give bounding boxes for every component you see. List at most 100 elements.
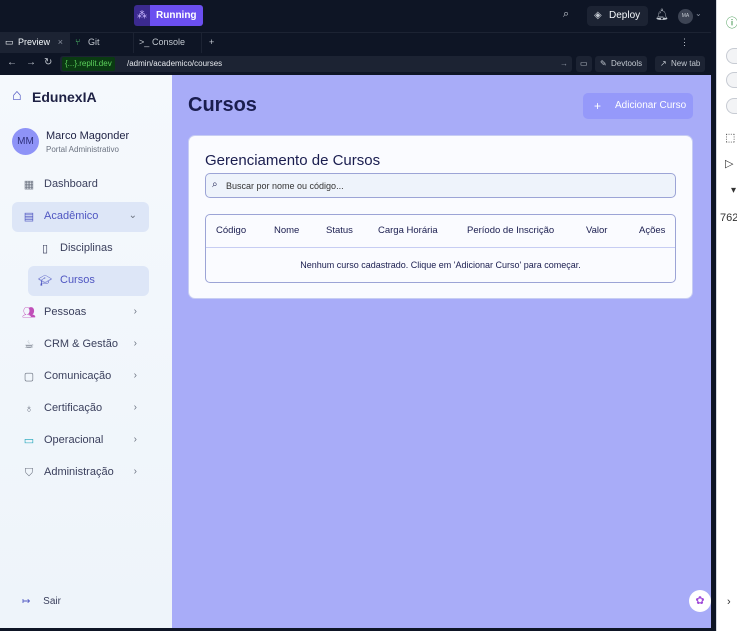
reload-icon[interactable]: ↻ [44,57,52,68]
chevron-right-icon[interactable]: › [727,596,731,608]
sidebar-item-academico[interactable]: ▤ Acadêmico ⌄ [12,202,149,232]
card-title: Gerenciamento de Cursos [205,152,381,169]
deploy-label: Deploy [609,10,641,21]
search-icon[interactable]: ⌕ [563,8,569,21]
chevron-down-icon[interactable]: ⌄ [695,9,702,18]
column-header-status[interactable]: Status [326,225,353,236]
new-tab-plus-icon[interactable]: + [202,33,224,53]
new-tab-label: New tab [671,59,701,68]
sidebar-item-label: Pessoas [44,306,87,318]
empty-state-message: Nenhum curso cadastrado. Clique em 'Adic… [300,260,581,270]
screen-button[interactable]: ▭ [576,56,592,72]
workspace-tabs: ▭ Preview × ⑂ Git >_ Console + ⋮ [0,32,716,53]
table-header-divider [206,247,675,248]
close-icon[interactable]: × [58,33,63,52]
sidebar-item-label: Comunicação [44,370,112,382]
filter-icon[interactable]: ▾ [731,185,736,196]
tab-label: Console [152,37,186,47]
tab-label: Preview [18,37,51,47]
sidebar-item-label: Operacional [44,434,104,446]
bell-icon[interactable]: 🔔︎ [655,8,669,21]
graduation-cap-icon: 🎓︎ [38,275,52,287]
column-header-nome[interactable]: Nome [274,225,299,236]
tab-git[interactable]: ⑂ Git [70,33,134,53]
deploy-icon: ◈ [594,10,602,21]
sidebar-item-label: Certificação [44,402,103,414]
select-element-icon[interactable]: ⬚ [725,131,735,144]
forward-arrow-icon[interactable]: → [26,57,36,68]
column-header-acoes[interactable]: Ações [639,225,665,236]
assistant-brain-icon[interactable]: ✿ [689,590,711,612]
url-field[interactable]: {...}.replit.dev /admin/academico/course… [60,56,572,72]
plus-icon: + [594,99,602,113]
new-tab-button[interactable]: ↗ New tab [655,56,706,72]
add-course-label: Adicionar Curso [615,100,687,111]
column-header-carga-horaria[interactable]: Carga Horária [378,225,438,236]
logout-button[interactable]: ↦ Sair [22,596,61,607]
sidebar-item-pessoas[interactable]: 👥︎ Pessoas › [12,298,149,328]
devtools-button[interactable]: ✎ Devtools [595,56,648,72]
app-preview: ⌂ EdunexIA MM Marco Magonder Portal Admi… [0,75,711,628]
url-host: {...}.replit.dev [62,57,115,71]
sidebar-item-operacional[interactable]: ▭ Operacional › [12,426,149,456]
add-course-button[interactable]: + Adicionar Curso [583,93,693,119]
ide-topbar: ⁂ Running ⌕ ◈ Deploy 🔔︎ MA ⌄ [0,0,716,32]
courses-table: Código Nome Status Carga Horária Período… [205,214,676,283]
award-icon: ♁ [24,403,34,415]
deploy-button[interactable]: ◈ Deploy [587,6,649,26]
logout-label: Sair [43,596,61,607]
more-vertical-icon[interactable]: ⋮ [676,33,690,53]
sidebar-item-dashboard[interactable]: ▦ Dashboard [12,170,149,200]
sidebar-item-comunicacao[interactable]: ▢ Comunicação › [12,362,149,392]
sidebar-item-label: CRM & Gestão [44,338,118,350]
apps-grid-icon[interactable]: ⁂ [134,5,150,26]
play-frame-icon[interactable]: ▷ [725,157,733,170]
search-input[interactable] [226,177,666,194]
address-bar: ← → ↻ {...}.replit.dev /admin/academico/… [0,53,716,75]
dashboard-grid-icon: ▦ [23,179,35,191]
terminal-icon: >_ [139,37,150,47]
panel-toggle-button[interactable] [726,98,737,114]
shield-icon: ⛉ [24,467,34,479]
chevron-down-icon: ⌄ [128,210,137,221]
git-icon: ⑂ [75,37,81,47]
chevron-right-icon: › [133,306,137,317]
folder-icon: ▭ [23,435,35,447]
chevron-right-icon: › [133,466,137,477]
sidebar: ⌂ EdunexIA MM Marco Magonder Portal Admi… [0,75,172,628]
external-link-icon: ↗ [660,59,667,68]
sidebar-item-cursos[interactable]: 🎓︎ Cursos [28,266,149,296]
panel-toggle-button[interactable] [726,48,737,64]
go-arrow-icon[interactable]: → [560,56,568,72]
devtools-label: Devtools [611,59,643,68]
screen-icon: ▭ [580,59,588,68]
sidebar-item-certificacao[interactable]: ♁ Certificação › [12,394,149,424]
logout-icon: ↦ [22,596,31,607]
message-square-icon: ▢ [23,371,35,383]
sidebar-item-disciplinas[interactable]: ▯ Disciplinas [28,234,149,264]
sidebar-item-label: Acadêmico [44,210,99,222]
sidebar-item-crm[interactable]: ☕︎ CRM & Gestão › [12,330,149,360]
users-icon: 👥︎ [22,307,36,319]
tab-label: Git [88,37,100,47]
courses-card: Gerenciamento de Cursos ⌕ Código Nome St… [188,135,693,299]
back-arrow-icon[interactable]: ← [7,57,17,68]
panel-toggle-button[interactable] [726,72,737,88]
account-avatar[interactable]: MA [678,9,693,24]
tab-console[interactable]: >_ Console [134,33,202,53]
sidebar-item-administracao[interactable]: ⛉ Administração › [12,458,149,488]
user-name: Marco Magonder [46,130,130,142]
info-icon[interactable]: ⓘ [726,14,737,31]
school-building-icon: ⌂ [12,87,22,104]
tab-preview[interactable]: ▭ Preview × [0,33,70,53]
panel-number: 762 [720,212,737,224]
column-header-periodo-inscricao[interactable]: Período de Inscrição [467,225,554,236]
column-header-codigo[interactable]: Código [216,225,246,236]
chevron-right-icon: › [133,434,137,445]
avatar[interactable]: MM [12,128,39,155]
user-role: Portal Administrativo [46,145,119,154]
search-box: ⌕ [205,173,676,198]
monitor-icon: ▭ [5,37,14,47]
column-header-valor[interactable]: Valor [586,225,607,236]
run-button[interactable]: Running [150,5,203,26]
